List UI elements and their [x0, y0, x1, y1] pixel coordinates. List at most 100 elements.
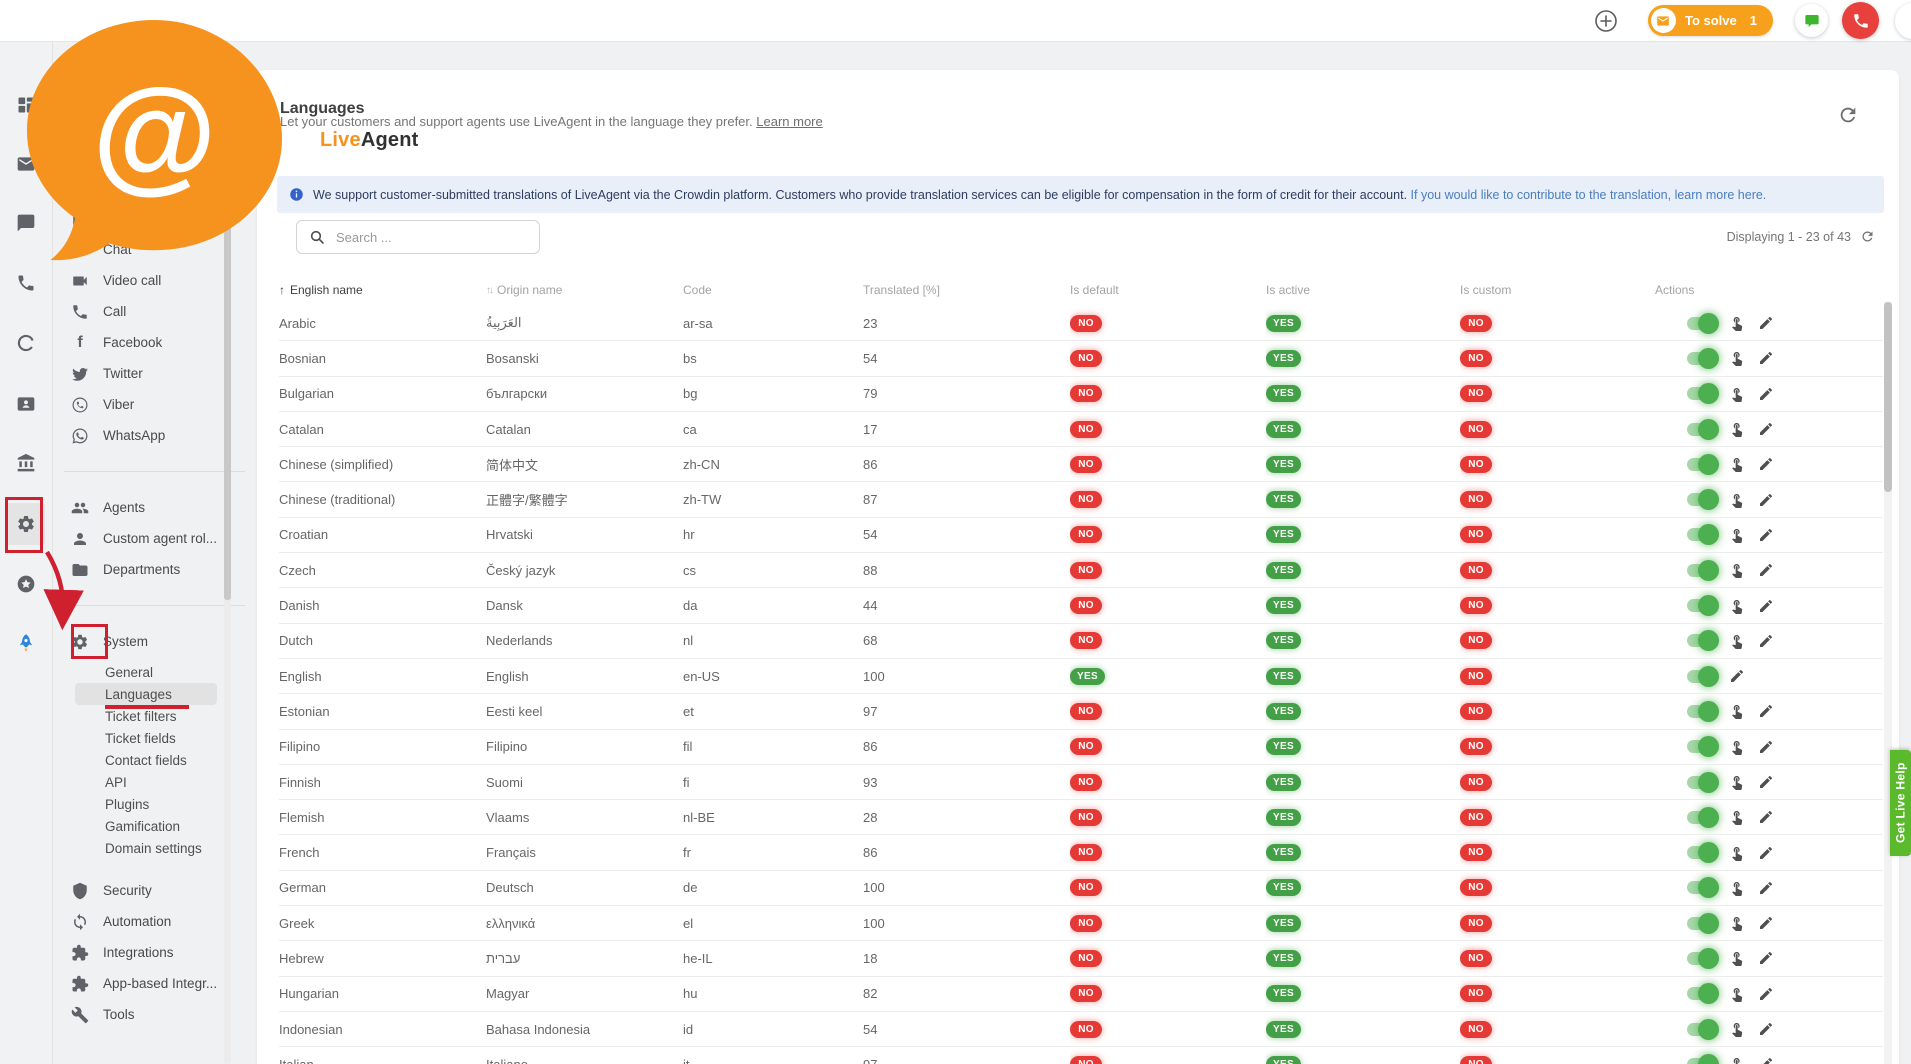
edit-icon[interactable]: [1758, 880, 1774, 896]
toggle-knob: [1698, 419, 1719, 440]
cell-actions: [1655, 977, 1883, 1011]
table-scrollbar[interactable]: [1884, 302, 1892, 1064]
rail-item-getting-started[interactable]: [7, 622, 45, 664]
set-default-icon[interactable]: [1729, 315, 1745, 331]
column-header-is-custom[interactable]: Is custom: [1460, 277, 1655, 303]
set-default-icon[interactable]: [1729, 421, 1745, 437]
active-toggle[interactable]: [1687, 1058, 1716, 1064]
edit-icon[interactable]: [1758, 492, 1774, 508]
rail-item-quality[interactable]: [7, 563, 45, 605]
active-toggle[interactable]: [1687, 493, 1716, 506]
refresh-icon[interactable]: [1860, 229, 1875, 244]
edit-icon[interactable]: [1758, 562, 1774, 578]
active-toggle[interactable]: [1687, 776, 1716, 789]
active-toggle[interactable]: [1687, 987, 1716, 1000]
set-default-icon[interactable]: [1729, 1021, 1745, 1037]
active-toggle[interactable]: [1687, 317, 1716, 330]
set-default-icon[interactable]: [1729, 986, 1745, 1002]
active-toggle[interactable]: [1687, 458, 1716, 471]
set-default-icon[interactable]: [1729, 633, 1745, 649]
banner-link[interactable]: If you would like to contribute to the t…: [1411, 188, 1767, 202]
edit-icon[interactable]: [1758, 986, 1774, 1002]
edit-icon[interactable]: [1758, 915, 1774, 931]
set-default-icon[interactable]: [1729, 880, 1745, 896]
edit-icon[interactable]: [1758, 845, 1774, 861]
set-default-icon[interactable]: [1729, 703, 1745, 719]
active-toggle[interactable]: [1687, 705, 1716, 718]
get-live-help-tab[interactable]: Get Live Help: [1890, 750, 1911, 856]
edit-icon[interactable]: [1729, 668, 1745, 684]
edit-icon[interactable]: [1758, 315, 1774, 331]
column-header-actions[interactable]: Actions: [1655, 277, 1883, 303]
active-toggle[interactable]: [1687, 952, 1716, 965]
learn-more-link[interactable]: Learn more: [756, 114, 822, 129]
set-default-icon[interactable]: [1729, 598, 1745, 614]
rail-item-configuration[interactable]: [7, 503, 45, 545]
rail-item-contacts[interactable]: [7, 383, 45, 425]
cell-code: hu: [683, 977, 863, 1011]
column-header-code[interactable]: Code: [683, 277, 863, 303]
active-toggle[interactable]: [1687, 917, 1716, 930]
edit-icon[interactable]: [1758, 527, 1774, 543]
edit-icon[interactable]: [1758, 703, 1774, 719]
edit-icon[interactable]: [1758, 1021, 1774, 1037]
set-default-icon[interactable]: [1729, 350, 1745, 366]
rail-item-time[interactable]: [7, 322, 45, 364]
cell-actions: [1655, 377, 1883, 411]
active-toggle[interactable]: [1687, 811, 1716, 824]
set-default-icon[interactable]: [1729, 739, 1745, 755]
set-default-icon[interactable]: [1729, 845, 1745, 861]
set-default-icon[interactable]: [1729, 950, 1745, 966]
column-header-origin-name[interactable]: ↑↓Origin name: [486, 277, 683, 303]
column-header-english-name[interactable]: ↑English name: [279, 277, 486, 303]
active-toggle[interactable]: [1687, 352, 1716, 365]
edit-icon[interactable]: [1758, 386, 1774, 402]
edit-icon[interactable]: [1758, 950, 1774, 966]
set-default-icon[interactable]: [1729, 562, 1745, 578]
set-default-icon[interactable]: [1729, 456, 1745, 472]
table-scrollbar-thumb[interactable]: [1884, 302, 1892, 492]
set-default-icon[interactable]: [1729, 915, 1745, 931]
sidebar-item-languages[interactable]: Languages: [75, 683, 217, 705]
active-toggle[interactable]: [1687, 564, 1716, 577]
set-default-icon[interactable]: [1729, 774, 1745, 790]
active-toggle[interactable]: [1687, 387, 1716, 400]
column-header-is-active[interactable]: Is active: [1266, 277, 1460, 303]
edit-icon[interactable]: [1758, 421, 1774, 437]
profile-button[interactable]: [1895, 3, 1911, 39]
edit-icon[interactable]: [1758, 456, 1774, 472]
edit-icon[interactable]: [1758, 350, 1774, 366]
active-toggle[interactable]: [1687, 634, 1716, 647]
cell-is-default: NO: [1070, 482, 1266, 516]
active-toggle[interactable]: [1687, 423, 1716, 436]
edit-icon[interactable]: [1758, 598, 1774, 614]
set-default-icon[interactable]: [1729, 809, 1745, 825]
to-solve-button[interactable]: To solve 1: [1648, 5, 1773, 36]
active-toggle[interactable]: [1687, 881, 1716, 894]
refresh-icon[interactable]: [1837, 104, 1859, 126]
active-toggle[interactable]: [1687, 599, 1716, 612]
cell-english-name: Filipino: [279, 730, 486, 764]
edit-icon[interactable]: [1758, 633, 1774, 649]
edit-icon[interactable]: [1758, 739, 1774, 755]
sidebar-item-label: Video call: [103, 273, 161, 288]
column-header-translated[interactable]: Translated [%]: [863, 277, 1070, 303]
set-default-icon[interactable]: [1729, 492, 1745, 508]
column-header-is-default[interactable]: Is default: [1070, 277, 1266, 303]
edit-icon[interactable]: [1758, 774, 1774, 790]
edit-icon[interactable]: [1758, 1056, 1774, 1064]
set-default-icon[interactable]: [1729, 527, 1745, 543]
chat-status-button[interactable]: [1795, 4, 1828, 37]
active-toggle[interactable]: [1687, 1023, 1716, 1036]
call-status-button[interactable]: [1842, 2, 1879, 39]
liveagent-logo[interactable]: @ LiveAgent: [12, 5, 419, 275]
active-toggle[interactable]: [1687, 846, 1716, 859]
edit-icon[interactable]: [1758, 809, 1774, 825]
add-new-icon[interactable]: [1594, 9, 1618, 33]
active-toggle[interactable]: [1687, 740, 1716, 753]
set-default-icon[interactable]: [1729, 386, 1745, 402]
rail-item-company[interactable]: [7, 442, 45, 484]
set-default-icon[interactable]: [1729, 1056, 1745, 1064]
active-toggle[interactable]: [1687, 670, 1716, 683]
active-toggle[interactable]: [1687, 528, 1716, 541]
